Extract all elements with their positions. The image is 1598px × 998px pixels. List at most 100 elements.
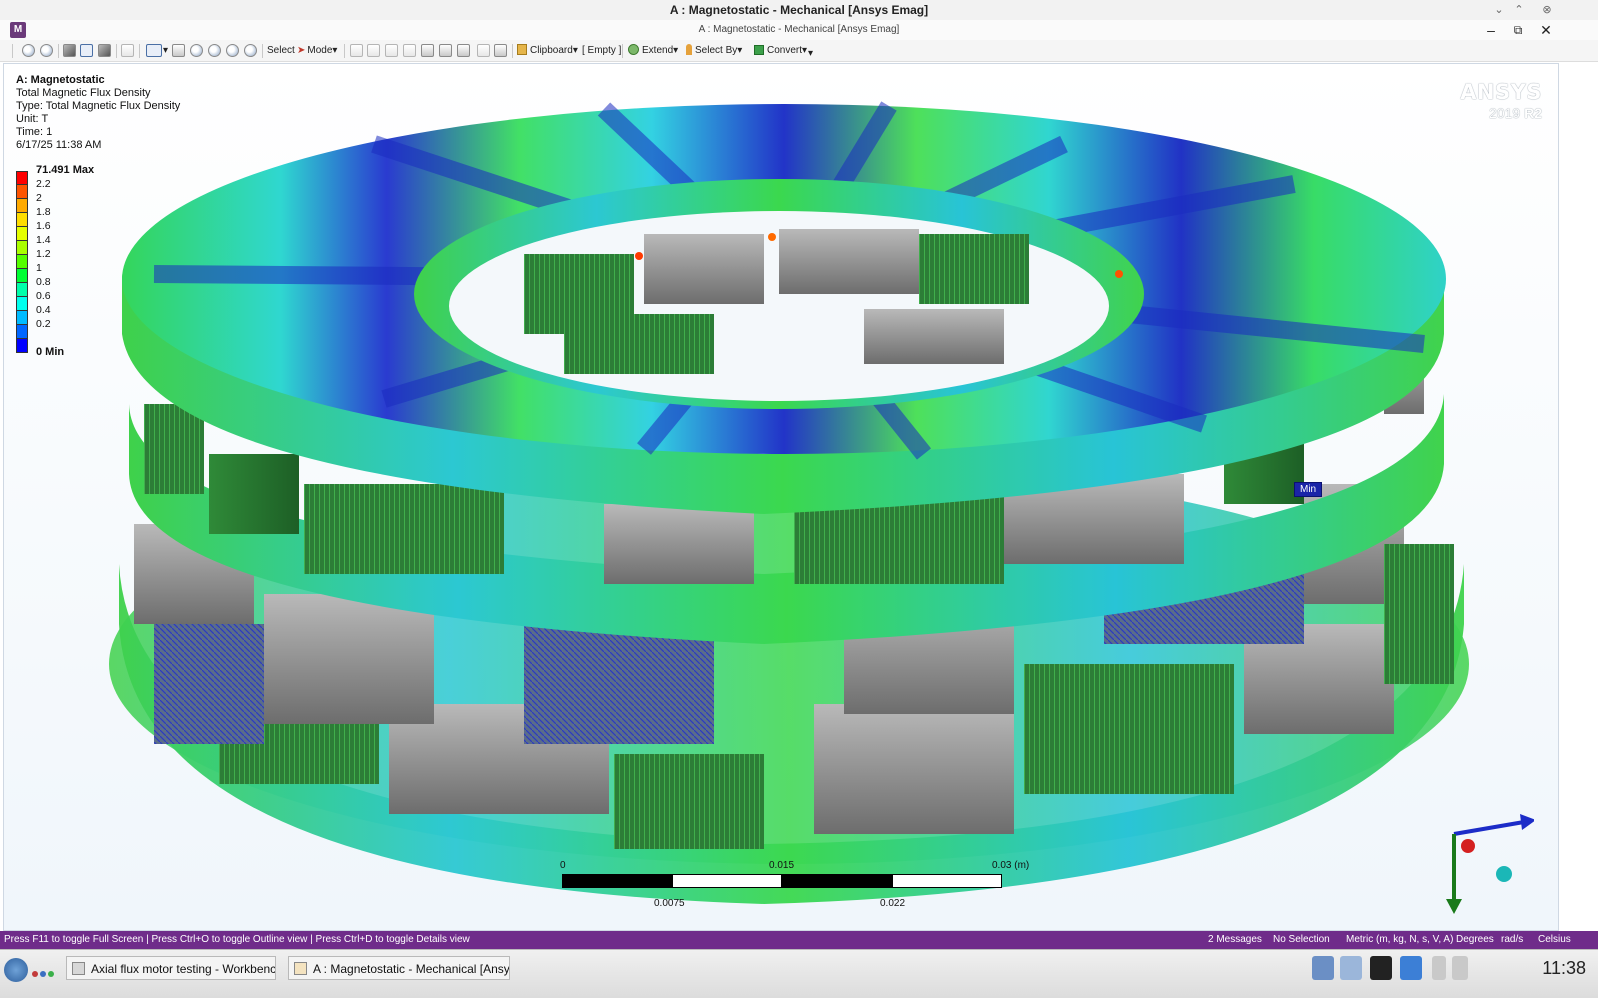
legend-label[interactable]: 1 bbox=[36, 262, 42, 274]
clock[interactable]: 11:38 bbox=[1542, 958, 1586, 979]
legend-swatch bbox=[16, 171, 28, 185]
convert-button[interactable]: Convert▾ bbox=[754, 43, 807, 59]
result-name: Total Magnetic Flux Density bbox=[16, 87, 151, 99]
clipboard-label: Clipboard bbox=[530, 45, 573, 56]
scale-ruler: 0 0.0075 0.015 0.022 0.03 (m) bbox=[560, 860, 1029, 920]
zoom-out-icon[interactable] bbox=[40, 44, 53, 57]
min-probe-tag[interactable]: Min bbox=[1294, 482, 1323, 497]
box-zoom-icon[interactable] bbox=[208, 44, 221, 57]
zoom-to-fit-icon[interactable] bbox=[226, 44, 239, 57]
shaded-view-icon[interactable] bbox=[80, 44, 93, 57]
legend-label[interactable]: 2.2 bbox=[36, 178, 51, 190]
workbench-icon bbox=[72, 962, 85, 975]
scale-label-2: 0.015 bbox=[769, 860, 795, 871]
legend-label[interactable]: 0.2 bbox=[36, 318, 51, 330]
select-edge-icon[interactable] bbox=[367, 44, 380, 57]
file-manager-icon[interactable] bbox=[1312, 956, 1334, 980]
titlebar-up-button[interactable]: ⌃ bbox=[1511, 2, 1527, 18]
start-menu-icon[interactable] bbox=[4, 958, 28, 982]
temperature-unit[interactable]: Celsius bbox=[1538, 931, 1571, 949]
rotate-icon[interactable] bbox=[146, 44, 162, 57]
convert-label: Convert bbox=[767, 45, 803, 56]
taskbar: Axial flux motor testing - Workbench A :… bbox=[0, 949, 1598, 998]
legend-label[interactable]: 1.8 bbox=[36, 206, 51, 218]
edges-view-icon[interactable] bbox=[98, 44, 111, 57]
flux-density-vector-plot bbox=[109, 101, 1469, 904]
toolbar-separator bbox=[58, 44, 59, 58]
legend-label[interactable]: 0.6 bbox=[36, 290, 51, 302]
scale-label-1: 0.0075 bbox=[654, 898, 685, 909]
zoom-icon[interactable] bbox=[190, 44, 203, 57]
pager-dots[interactable] bbox=[32, 968, 56, 980]
magnifier-icon[interactable] bbox=[244, 44, 257, 57]
clipboard-button[interactable]: Clipboard▾ bbox=[517, 43, 578, 59]
scale-segment bbox=[782, 874, 892, 888]
mode-button[interactable]: ➤ Mode▾ bbox=[297, 43, 337, 59]
select-node-icon[interactable] bbox=[421, 44, 434, 57]
legend-label[interactable]: 0.4 bbox=[36, 304, 51, 316]
remote-desktop-icon[interactable] bbox=[1400, 956, 1422, 980]
annotation-icon[interactable] bbox=[494, 44, 507, 57]
titlebar-close-button[interactable]: ⊗ bbox=[1539, 2, 1555, 18]
select-by-button[interactable]: Select By▾ bbox=[686, 43, 742, 59]
toolbar-grip bbox=[12, 44, 13, 58]
toolbar-overflow-arrow[interactable]: ▾ bbox=[808, 46, 813, 62]
titlebar-down-button[interactable]: ⌄ bbox=[1491, 2, 1507, 18]
angle-unit[interactable]: Degrees bbox=[1456, 931, 1494, 949]
taskbar-item-workbench[interactable]: Axial flux motor testing - Workbench bbox=[66, 956, 276, 980]
hotspot-marker bbox=[1115, 270, 1123, 278]
result-legend-header[interactable]: A: Magnetostatic Total Magnetic Flux Den… bbox=[16, 74, 180, 152]
legend-label[interactable]: 1.4 bbox=[36, 234, 51, 246]
documents-icon[interactable] bbox=[1340, 956, 1362, 980]
legend-label[interactable]: 1.6 bbox=[36, 220, 51, 232]
legend-label[interactable]: 71.491 Max bbox=[36, 164, 94, 176]
volume-icon[interactable] bbox=[1452, 956, 1468, 980]
clipboard-icon bbox=[517, 44, 527, 55]
zoom-in-icon[interactable] bbox=[22, 44, 35, 57]
rotate-dropdown-arrow[interactable]: ▾ bbox=[163, 43, 168, 59]
close-button[interactable]: ✕ bbox=[1537, 21, 1555, 39]
legend-min-label[interactable]: 0 Min bbox=[36, 346, 64, 358]
select-button[interactable]: Select bbox=[267, 43, 295, 59]
minimize-button[interactable]: – bbox=[1482, 21, 1500, 39]
select-face-icon[interactable] bbox=[385, 44, 398, 57]
legend-swatch bbox=[16, 339, 28, 353]
scale-label-0: 0 bbox=[560, 860, 566, 871]
legend-swatch bbox=[16, 255, 28, 269]
wireframe-icon[interactable] bbox=[121, 44, 134, 57]
ansys-version: 2019 R2 bbox=[1460, 106, 1542, 120]
restore-button[interactable]: ⧉ bbox=[1509, 21, 1527, 39]
network-icon[interactable] bbox=[1432, 956, 1446, 980]
select-by-icon bbox=[686, 44, 692, 55]
select-mesh-icon[interactable] bbox=[477, 44, 490, 57]
clipboard-status: [ Empty ] bbox=[582, 45, 622, 56]
scale-segment bbox=[562, 874, 672, 888]
mdi-titlebar: M A : Magnetostatic - Mechanical [Ansys … bbox=[0, 20, 1598, 40]
axis-triad[interactable] bbox=[1434, 804, 1534, 914]
legend-swatch bbox=[16, 311, 28, 325]
messages-indicator[interactable]: 2 Messages bbox=[1208, 931, 1262, 949]
result-unit: Unit: T bbox=[16, 113, 49, 125]
cube-view-icon[interactable] bbox=[63, 44, 76, 57]
taskbar-item-workbench-label: Axial flux motor testing - Workbench bbox=[91, 962, 276, 976]
select-element-face-icon[interactable] bbox=[439, 44, 452, 57]
version-year: 2019 bbox=[1489, 105, 1521, 121]
taskbar-item-mechanical[interactable]: A : Magnetostatic - Mechanical [Ansys E bbox=[288, 956, 510, 980]
select-element-icon[interactable] bbox=[457, 44, 470, 57]
terminal-icon[interactable] bbox=[1370, 956, 1392, 980]
select-body-icon[interactable] bbox=[403, 44, 416, 57]
pan-icon[interactable] bbox=[172, 44, 185, 57]
angular-velocity-unit[interactable]: rad/s bbox=[1501, 931, 1523, 949]
extend-button[interactable]: Extend▾ bbox=[628, 43, 678, 59]
taskbar-item-mechanical-label: A : Magnetostatic - Mechanical [Ansys E bbox=[313, 962, 510, 976]
legend-label[interactable]: 2 bbox=[36, 192, 42, 204]
graphics-viewport[interactable]: A: Magnetostatic Total Magnetic Flux Den… bbox=[3, 63, 1559, 931]
selection-status: No Selection bbox=[1273, 934, 1330, 945]
legend-label[interactable]: 0.8 bbox=[36, 276, 51, 288]
legend-swatch bbox=[16, 213, 28, 227]
legend-swatch bbox=[16, 325, 28, 339]
ansys-logo: ANSYS 2019 R2 bbox=[1460, 82, 1542, 121]
legend-label[interactable]: 1.2 bbox=[36, 248, 51, 260]
unit-system[interactable]: Metric (m, kg, N, s, V, A) bbox=[1346, 931, 1453, 949]
select-vertex-icon[interactable] bbox=[350, 44, 363, 57]
